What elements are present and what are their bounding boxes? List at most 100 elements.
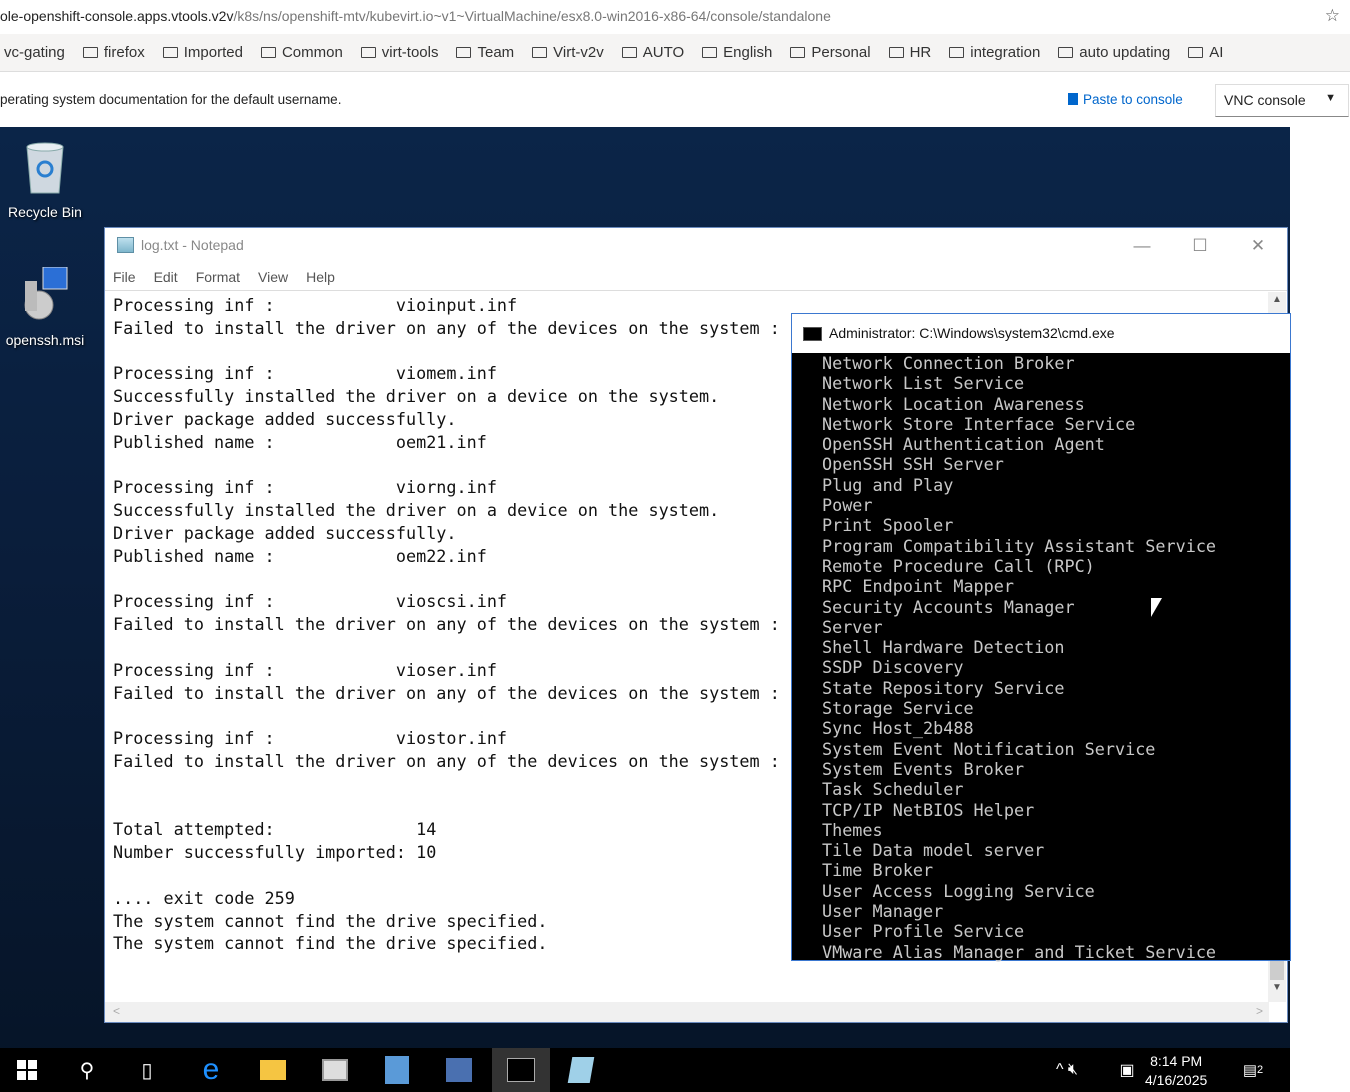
bookmark-folder[interactable]: auto updating	[1058, 44, 1170, 61]
bookmark-folder[interactable]: integration	[949, 44, 1040, 61]
caret-down-icon: ▼	[1325, 92, 1336, 104]
menu-view[interactable]: View	[258, 269, 288, 285]
paste-to-console-button[interactable]: Paste to console	[1068, 92, 1183, 107]
folder-icon	[702, 47, 718, 58]
bookmark-folder[interactable]: Team	[456, 44, 514, 61]
bookmark-label: virt-tools	[381, 44, 439, 61]
text-line: Total attempted: 14	[113, 819, 437, 840]
recycle-bin-icon	[26, 142, 64, 194]
notifications-icon[interactable]: ▤ 2	[1228, 1048, 1278, 1092]
folder-icon	[949, 47, 965, 58]
bookmark-folder[interactable]: Virt-v2v	[532, 44, 604, 61]
text-line: Tile Data model server	[822, 840, 1045, 861]
text-line: Failed to install the driver on any of t…	[113, 317, 780, 338]
text-line: User Profile Service	[822, 921, 1025, 942]
menu-edit[interactable]: Edit	[154, 269, 178, 285]
address-bar[interactable]: ole-openshift-console.apps.vtools.v2v/k8…	[0, 0, 1350, 34]
minimize-button[interactable]: —	[1113, 228, 1171, 263]
text-line: User Manager	[822, 901, 944, 922]
notepad-taskbar-icon[interactable]	[556, 1048, 606, 1092]
clock[interactable]: 8:14 PM 4/16/2025	[1145, 1052, 1207, 1090]
bookmark-label: vc-gating	[4, 44, 65, 61]
start-button[interactable]	[2, 1048, 52, 1092]
windows-icon	[17, 1060, 37, 1080]
control-panel-icon[interactable]	[434, 1048, 484, 1092]
icon-label: openssh.msi	[5, 332, 85, 348]
cmd-window[interactable]: Administrator: C:\Windows\system32\cmd.e…	[791, 313, 1291, 962]
folder-icon	[532, 47, 548, 58]
search-icon[interactable]: ⚲	[62, 1048, 112, 1092]
text-line: Failed to install the driver on any of t…	[113, 750, 780, 771]
bookmark-label: English	[723, 44, 773, 61]
folder-icon	[360, 47, 376, 58]
task-view-icon[interactable]: ▯	[122, 1048, 172, 1092]
taskbar: ⚲ ▯ e ^ 🔇︎ ▣ 8:14 PM 4/16/2025 ▤ 2	[0, 1048, 1290, 1092]
text-line: Network Connection Broker	[822, 353, 1075, 373]
menu-help[interactable]: Help	[306, 269, 335, 285]
cmd-taskbar-icon[interactable]	[492, 1048, 550, 1092]
text-line: User Access Logging Service	[822, 880, 1095, 901]
bookmark-folder[interactable]: AI	[1188, 44, 1223, 61]
text-line: Published name : oem22.inf	[113, 545, 487, 566]
close-button[interactable]: ✕	[1229, 228, 1287, 263]
bookmark-folder[interactable]: firefox	[82, 44, 145, 61]
text-line: .... exit code 259	[113, 887, 295, 908]
text-line	[113, 773, 780, 796]
bookmark-folder[interactable]: Imported	[162, 44, 243, 61]
text-line: Processing inf : vioser.inf	[113, 659, 497, 680]
bookmark-label: Virt-v2v	[553, 44, 604, 61]
text-line: OpenSSH SSH Server	[822, 454, 1004, 475]
admin-tools-icon[interactable]	[372, 1048, 422, 1092]
mouse-pointer-icon	[1151, 598, 1162, 617]
bookmark-folder[interactable]: English	[702, 44, 772, 61]
text-line: Processing inf : vioinput.inf	[113, 295, 518, 315]
cmd-icon	[803, 327, 822, 341]
menu-file[interactable]: File	[113, 269, 136, 285]
bookmark-label: Personal	[811, 44, 871, 61]
url-path: /k8s/ns/openshift-mtv/kubevirt.io~v1~Vir…	[233, 8, 831, 24]
menu-bar: File Edit Format View Help	[105, 263, 1287, 291]
folder-icon	[790, 47, 806, 58]
bookmark-folder[interactable]: virt-tools	[360, 44, 439, 61]
text-line	[113, 340, 780, 363]
internet-explorer-icon[interactable]: e	[186, 1048, 236, 1092]
notepad-titlebar[interactable]: log.txt - Notepad — ☐ ✕	[105, 228, 1287, 263]
bookmark-folder[interactable]: Common	[260, 44, 343, 61]
bookmark-folder[interactable]: AUTO	[621, 44, 684, 61]
bookmark-folder[interactable]: Personal	[790, 44, 871, 61]
bookmark-folder[interactable]: HR	[888, 44, 932, 61]
bookmark-label: AI	[1209, 44, 1224, 61]
text-line: Network Location Awareness	[822, 393, 1085, 414]
bookmark-label: HR	[909, 44, 932, 61]
text-line: Failed to install the driver on any of t…	[113, 682, 780, 703]
maximize-button[interactable]: ☐	[1171, 228, 1229, 263]
text-line: Driver package added successfully.	[113, 522, 457, 543]
text-line: Processing inf : viomem.inf	[113, 363, 497, 384]
tray-icons[interactable]: ^ 🔇︎	[1042, 1048, 1092, 1092]
desktop-icon-recycle-bin[interactable]: Recycle Bin	[0, 139, 90, 220]
select-value: VNC console	[1224, 92, 1306, 108]
folder-icon	[456, 47, 472, 58]
text-line: RPC Endpoint Mapper	[822, 576, 1014, 597]
server-manager-icon[interactable]	[310, 1048, 360, 1092]
text-line: Network Store Interface Service	[822, 413, 1136, 434]
notepad-text-area[interactable]: Processing inf : vioinput.inf Failed to i…	[113, 294, 780, 955]
desktop-icon-openssh-msi[interactable]: openssh.msi	[0, 266, 90, 348]
bookmark-star-icon[interactable]: ☆	[1325, 0, 1340, 32]
text-line: Plug and Play	[822, 474, 954, 495]
text-line: Successfully installed the driver on a d…	[113, 386, 720, 407]
cmd-titlebar[interactable]: Administrator: C:\Windows\system32\cmd.e…	[792, 314, 1290, 353]
text-line: Sync Host_2b488	[822, 718, 974, 739]
file-explorer-icon[interactable]	[248, 1048, 298, 1092]
bookmark-label: firefox	[103, 44, 145, 61]
time: 8:14 PM	[1150, 1053, 1203, 1069]
menu-format[interactable]: Format	[196, 269, 240, 285]
console-type-select[interactable]: VNC console ▼	[1215, 84, 1349, 117]
text-line: System Event Notification Service	[822, 738, 1156, 759]
text-line: SSDP Discovery	[822, 657, 964, 678]
text-line: Program Compatibility Assistant Service	[822, 535, 1217, 556]
notepad-icon	[117, 237, 134, 253]
bookmark-folder[interactable]: vc-gating	[4, 44, 65, 61]
horizontal-scrollbar[interactable]: < >	[105, 1002, 1269, 1022]
cmd-output[interactable]: Network Connection Broker Network List Se…	[822, 353, 1216, 962]
